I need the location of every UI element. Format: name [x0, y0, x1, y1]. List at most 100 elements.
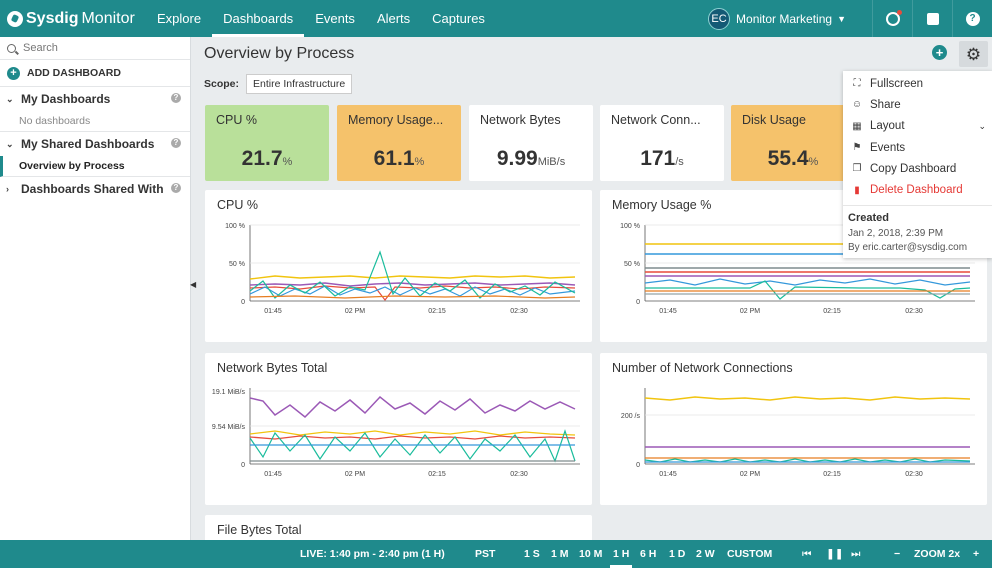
- tile-memory[interactable]: Memory Usage... 61.1%: [337, 105, 461, 181]
- menu-item-label: Layout: [870, 120, 905, 133]
- events-icon: ⚑: [852, 142, 862, 154]
- x-tick-label: 02:15: [823, 471, 841, 478]
- tile-value: 171/s: [640, 147, 684, 170]
- y-tick-label: 0: [241, 462, 245, 469]
- y-tick-label: 0: [636, 299, 640, 306]
- menu-item-events[interactable]: ⚑ Events: [843, 137, 992, 158]
- nav-dashboards[interactable]: Dashboards: [212, 0, 305, 37]
- help-icon[interactable]: ?: [171, 93, 181, 103]
- y-tick-label: 200 /s: [621, 413, 641, 420]
- tile-network-connections[interactable]: Network Conn... 171/s: [600, 105, 724, 181]
- live-time-range[interactable]: LIVE: 1:40 pm - 2:40 pm (1 H): [300, 540, 445, 568]
- inbox-button[interactable]: [912, 0, 952, 37]
- network-connections-chart: 200 /s 0 01:45 02 PM 02:15 02:30: [621, 388, 975, 478]
- help-button[interactable]: ?: [952, 0, 992, 37]
- section-my-shared-dashboards[interactable]: ⌄ My Shared Dashboards ?: [0, 132, 190, 156]
- range-1d[interactable]: 1 D: [669, 540, 685, 568]
- x-tick-label: 02:15: [428, 471, 446, 478]
- panel-network-connections[interactable]: 200 /s 0 01:45 02 PM 02:15 02:30 Number …: [600, 353, 987, 505]
- series-line: [644, 278, 971, 286]
- settings-button[interactable]: ⚙: [959, 41, 988, 67]
- created-heading: Created: [848, 211, 889, 224]
- range-2w[interactable]: 2 W: [696, 540, 715, 568]
- range-1s[interactable]: 1 S: [524, 540, 540, 568]
- nav-captures[interactable]: Captures: [421, 0, 496, 37]
- panel-network-bytes[interactable]: 19.1 MiB/s 9.54 MiB/s 0 01:45 02 PM 02:1…: [205, 353, 592, 505]
- range-6h[interactable]: 6 H: [640, 540, 656, 568]
- tile-title: Disk Usage: [742, 113, 806, 127]
- series-line: [249, 250, 576, 299]
- section-dashboards-shared-with[interactable]: › Dashboards Shared With ?: [0, 177, 190, 201]
- tile-value: 61.1%: [373, 147, 425, 170]
- chevron-down-icon: ⌄: [6, 138, 14, 149]
- gear-icon: ⚙: [965, 44, 982, 64]
- timezone-label[interactable]: PST: [475, 540, 495, 568]
- y-tick-label: 50 %: [624, 261, 640, 268]
- scope-selector[interactable]: Entire Infrastructure: [246, 74, 353, 94]
- created-info: Created Jan 2, 2018, 2:39 PM By eric.car…: [843, 204, 992, 261]
- created-by: By eric.carter@sysdig.com: [848, 241, 968, 253]
- radar-icon: [885, 9, 902, 26]
- scope-bar: Scope: Entire Infrastructure: [204, 74, 353, 94]
- time-navigation-bar: LIVE: 1:40 pm - 2:40 pm (1 H) PST 1 S 1 …: [0, 540, 992, 568]
- range-custom[interactable]: CUSTOM: [727, 540, 772, 568]
- y-tick-label: 19.1 MiB/s: [212, 389, 246, 396]
- section-label: My Dashboards: [21, 92, 111, 106]
- x-tick-label: 02 PM: [345, 471, 365, 478]
- series-line: [645, 280, 971, 300]
- zoom-in-button[interactable]: +: [973, 540, 979, 568]
- menu-item-share[interactable]: ☺ Share: [843, 94, 992, 115]
- panel-title: File Bytes Total: [217, 523, 302, 537]
- x-tick-label: 02 PM: [740, 471, 760, 478]
- avatar: EC: [708, 7, 731, 30]
- x-tick-label: 02:30: [905, 308, 923, 315]
- copy-icon: ❐: [852, 163, 862, 175]
- nav-events[interactable]: Events: [304, 0, 366, 37]
- range-10m[interactable]: 10 M: [579, 540, 602, 568]
- search-icon: [7, 43, 16, 53]
- menu-item-label: Fullscreen: [870, 77, 924, 90]
- tile-disk-usage[interactable]: Disk Usage 55.4%: [731, 105, 855, 181]
- range-1m[interactable]: 1 M: [551, 540, 569, 568]
- pause-icon[interactable]: ❚❚: [826, 540, 844, 568]
- brand-name: Sysdig: [26, 9, 79, 27]
- skip-back-icon[interactable]: ⏮: [802, 540, 811, 568]
- help-icon[interactable]: ?: [171, 138, 181, 148]
- share-icon: ☺: [851, 99, 863, 111]
- sysdig-logo[interactable]: Sysdig Monitor: [0, 10, 140, 28]
- search-input[interactable]: Search: [0, 37, 190, 60]
- nav-explore[interactable]: Explore: [146, 0, 212, 37]
- menu-item-fullscreen[interactable]: ⛶ Fullscreen: [843, 73, 992, 94]
- help-icon[interactable]: ?: [171, 183, 181, 193]
- series-line: [249, 435, 576, 440]
- cpu-chart: 100 % 50 % 0 01:45 02 PM 02:15 02:30: [225, 223, 580, 315]
- add-dashboard-button[interactable]: + ADD DASHBOARD: [0, 60, 190, 87]
- notifications-button[interactable]: [872, 0, 912, 37]
- section-my-dashboards[interactable]: ⌄ My Dashboards ?: [0, 87, 190, 111]
- sidebar-item-overview-by-process[interactable]: Overview by Process: [0, 156, 190, 177]
- menu-item-layout[interactable]: ▦ Layout ⌄: [843, 116, 992, 137]
- panel-cpu[interactable]: 100 % 50 % 0 01:45 02 PM 02:15 02:30 CPU…: [205, 190, 592, 342]
- y-tick-label: 9.54 MiB/s: [212, 424, 246, 431]
- team-switcher[interactable]: EC Monitor Marketing ▼: [708, 7, 846, 30]
- sidebar: Search + ADD DASHBOARD ⌄ My Dashboards ?…: [0, 37, 191, 540]
- menu-item-delete-dashboard[interactable]: ▮ Delete Dashboard: [843, 179, 992, 200]
- tile-title: Network Conn...: [611, 113, 701, 127]
- sysdig-logo-icon: [7, 10, 23, 27]
- range-1h[interactable]: 1 H: [609, 540, 633, 568]
- y-tick-label: 100 %: [225, 223, 245, 230]
- zoom-out-button[interactable]: −: [894, 540, 900, 568]
- top-nav: Sysdig Monitor Explore Dashboards Events…: [0, 0, 992, 37]
- menu-item-label: Share: [870, 98, 901, 111]
- nav-alerts[interactable]: Alerts: [366, 0, 421, 37]
- skip-forward-icon[interactable]: ⏭: [851, 540, 860, 568]
- tile-title: Memory Usage...: [348, 113, 444, 127]
- x-tick-label: 02 PM: [345, 308, 365, 315]
- help-icon: ?: [965, 11, 980, 26]
- series-line: [249, 275, 576, 280]
- menu-item-copy-dashboard[interactable]: ❐ Copy Dashboard: [843, 158, 992, 179]
- tile-cpu[interactable]: CPU % 21.7%: [205, 105, 329, 181]
- tile-network-bytes[interactable]: Network Bytes 9.99MiB/s: [469, 105, 593, 181]
- x-tick-label: 02:30: [510, 308, 528, 315]
- add-panel-button[interactable]: +: [932, 45, 947, 60]
